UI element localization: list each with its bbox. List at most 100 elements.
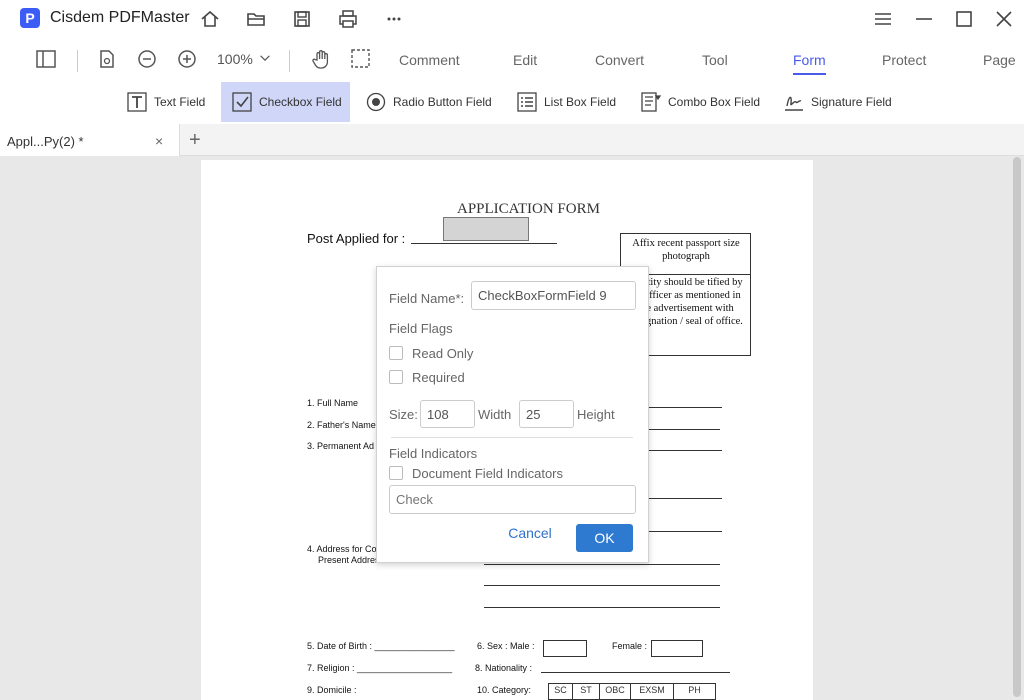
zoom-in-icon[interactable] — [176, 48, 198, 72]
date-of-birth-label: 5. Date of Birth : ________________ — [307, 641, 455, 651]
page-settings-icon[interactable] — [96, 48, 118, 72]
height-input[interactable] — [519, 400, 574, 428]
category-label: 10. Category: — [477, 685, 532, 695]
post-applied-label: Post Applied for : — [307, 231, 406, 246]
list-box-icon — [517, 92, 537, 112]
tab-protect[interactable]: Protect — [882, 52, 926, 68]
zoom-out-icon[interactable] — [136, 48, 158, 72]
combo-box-icon — [641, 92, 662, 112]
more-icon[interactable] — [383, 8, 405, 30]
title-bar: P Cisdem PDFMaster — [0, 0, 1024, 38]
tab-page[interactable]: Page — [983, 52, 1016, 68]
save-icon[interactable] — [291, 8, 313, 30]
field-indicators-label: Field Indicators — [389, 446, 478, 461]
text-field-button[interactable]: Text Field — [120, 82, 211, 122]
religion-label: 7. Religion : ___________________ — [307, 663, 453, 673]
address-correspondence-label: 4. Address for Co — [307, 544, 377, 554]
ok-button[interactable]: OK — [576, 524, 633, 552]
field-flags-label: Field Flags — [389, 321, 453, 336]
fathers-name-line — [648, 429, 720, 430]
maximize-icon[interactable] — [953, 8, 975, 30]
fathers-name-label: 2. Father's Name — [307, 420, 376, 430]
tab-comment[interactable]: Comment — [399, 52, 460, 68]
domicile-label: 9. Domicile : — [307, 685, 357, 695]
zoom-level[interactable]: 100% — [217, 51, 253, 67]
list-box-field-button[interactable]: List Box Field — [510, 82, 622, 122]
vertical-scrollbar[interactable] — [1013, 157, 1021, 697]
minimize-icon[interactable] — [913, 8, 935, 30]
cancel-button[interactable]: Cancel — [507, 525, 553, 541]
signature-field-button[interactable]: Signature Field — [777, 82, 898, 122]
category-cell: SC — [548, 683, 573, 700]
select-area-icon[interactable] — [350, 48, 372, 72]
indicator-style-input[interactable] — [389, 485, 636, 514]
full-name-line — [648, 407, 722, 408]
checkbox-form-field[interactable] — [443, 217, 529, 241]
category-cell: ST — [572, 683, 600, 700]
width-label: Width — [478, 407, 512, 422]
nationality-label: 8. Nationality : — [475, 663, 533, 673]
signature-field-label: Signature Field — [811, 95, 892, 109]
present-address-label: Present Address — [318, 555, 385, 565]
hamburger-menu-icon[interactable] — [872, 8, 894, 30]
radio-button-field-button[interactable]: Radio Button Field — [359, 82, 498, 122]
height-label: Height — [577, 407, 615, 422]
checkbox-field-button[interactable]: Checkbox Field — [221, 82, 350, 122]
document-tab-label: Appl...Py(2) * — [7, 134, 84, 149]
male-box — [543, 640, 587, 657]
combo-box-field-label: Combo Box Field — [668, 95, 761, 109]
address-line — [648, 531, 722, 532]
radio-button-icon — [366, 92, 386, 112]
category-cell: PH — [673, 683, 716, 700]
checkbox-field-icon — [232, 92, 252, 112]
pdf-title: APPLICATION FORM — [457, 201, 600, 217]
read-only-checkbox[interactable] — [389, 346, 403, 360]
radio-button-field-label: Radio Button Field — [393, 95, 492, 109]
form-toolbar: Text Field Checkbox Field Radio Button F… — [0, 82, 1024, 124]
required-label: Required — [412, 370, 465, 385]
tab-close-icon[interactable]: × — [155, 133, 163, 149]
required-checkbox[interactable] — [389, 370, 403, 384]
sidebar-toggle-icon[interactable] — [35, 48, 57, 72]
field-name-label: Field Name*: — [389, 291, 465, 306]
document-field-indicators-checkbox[interactable] — [389, 466, 403, 480]
permanent-address-label: 3. Permanent Ad — [307, 441, 375, 451]
chevron-down-icon[interactable] — [257, 50, 273, 74]
main-toolbar: 100% Comment Edit Convert Tool Form Prot… — [0, 38, 1024, 82]
category-cell: OBC — [599, 683, 631, 700]
document-tab[interactable]: Appl...Py(2) * × — [0, 124, 180, 156]
field-name-input[interactable] — [471, 281, 636, 310]
document-tab-bar: Appl...Py(2) * × + — [0, 124, 1024, 156]
nationality-line — [541, 672, 730, 673]
list-box-field-label: List Box Field — [544, 95, 617, 109]
tab-edit[interactable]: Edit — [513, 52, 537, 68]
tab-form[interactable]: Form — [793, 52, 826, 68]
app-logo-icon: P — [20, 8, 40, 28]
close-icon[interactable] — [993, 8, 1015, 30]
home-icon[interactable] — [199, 8, 221, 30]
open-folder-icon[interactable] — [245, 8, 267, 30]
read-only-label: Read Only — [412, 346, 474, 361]
print-icon[interactable] — [337, 8, 359, 30]
full-name-label: 1. Full Name — [307, 398, 359, 408]
tab-tool[interactable]: Tool — [702, 52, 728, 68]
present-address-line — [484, 607, 720, 608]
tab-convert[interactable]: Convert — [595, 52, 644, 68]
combo-box-field-button[interactable]: Combo Box Field — [634, 82, 766, 122]
present-address-line — [484, 564, 720, 565]
document-field-indicators-label: Document Field Indicators — [412, 466, 564, 481]
female-box — [651, 640, 703, 657]
female-label: Female : — [612, 641, 648, 651]
signature-icon — [785, 96, 803, 111]
post-applied-line — [411, 243, 557, 244]
text-field-icon — [127, 92, 147, 112]
app-name: Cisdem PDFMaster — [50, 9, 190, 26]
checkbox-field-label: Checkbox Field — [259, 95, 342, 109]
width-input[interactable] — [420, 400, 475, 428]
hand-tool-icon[interactable] — [310, 48, 332, 72]
photo-box-instruction: Affix recent passport size photograph — [632, 238, 740, 262]
sex-male-label: 6. Sex : Male : — [477, 641, 535, 651]
category-cell: EXSM — [630, 683, 674, 700]
toolbar-divider — [289, 50, 290, 72]
add-tab-icon[interactable]: + — [189, 129, 201, 152]
